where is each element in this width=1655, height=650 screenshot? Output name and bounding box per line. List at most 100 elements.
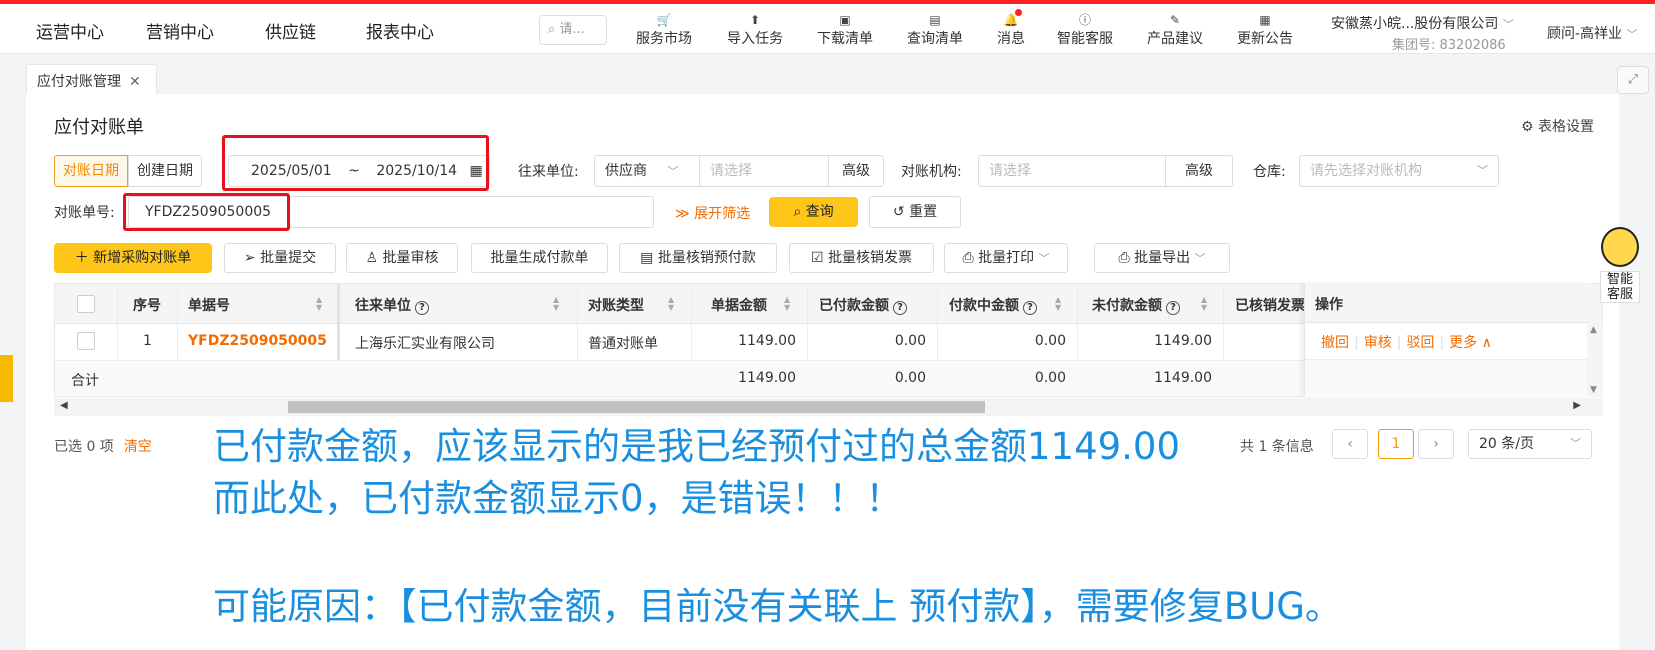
tool-smart-service[interactable]: ⓘ 智能客服 [1057,12,1113,48]
bulk-writeoff-invoice-button[interactable]: ☑ 批量核销发票 [789,243,934,273]
nav-item-marketing[interactable]: 营销中心 [146,18,214,43]
query-button[interactable]: ⌕ 查询 [769,197,858,227]
tool-messages[interactable]: 🔔 消息 [997,12,1025,48]
reset-button[interactable]: ↺ 重置 [869,196,961,228]
partner-select[interactable]: 请选择 [699,155,829,187]
tab-label: 应付对账管理 [37,74,121,90]
sort-icon[interactable]: ▲ ▼ [553,296,559,312]
search-icon: ⌕ [548,22,556,37]
sort-icon[interactable]: ▲ ▼ [784,296,790,312]
chevron-down-icon: ﹀ [1626,28,1638,41]
send-icon: ➢ [243,250,256,266]
help-icon[interactable]: ? [415,301,429,315]
horizontal-scroll-thumb[interactable] [288,401,985,413]
sort-icon[interactable]: ▲ ▼ [1201,296,1207,312]
page-size-select[interactable]: 20 条/页 ﹀ [1468,429,1592,459]
company-switcher[interactable]: 安徽蒸小皖...股份有限公司 ﹀ [1331,13,1514,33]
date-mode-create[interactable]: 创建日期 [128,155,202,187]
table-settings-label: 表格设置 [1538,119,1595,135]
date-mode-reconcile[interactable]: 对账日期 [54,155,128,187]
sort-icon[interactable]: ▲ ▼ [316,296,322,312]
chevron-down-icon: ﹀ [1570,437,1581,450]
user-menu[interactable]: 顾问-高祥业 ﹀ [1547,23,1638,43]
expand-filters-link[interactable]: ≫ 展开筛选 [675,203,750,223]
header-paid[interactable]: 已付款金额? [819,295,907,315]
tool-download-list[interactable]: ▣ 下载清单 [817,12,873,48]
header-partner[interactable]: 往来单位? [355,295,429,315]
tool-product-suggestion[interactable]: ✎ 产品建议 [1147,12,1203,48]
message-unread-dot [1015,9,1022,16]
clear-selection-link[interactable]: 清空 [124,439,152,455]
tool-label: 导入任务 [727,31,783,47]
tab-payable-reconciliation[interactable]: 应付对账管理 ✕ [26,64,157,94]
partner-advanced-button[interactable]: 高级 [828,155,884,187]
tool-update-announcement[interactable]: ▦ 更新公告 [1237,12,1293,48]
org-select[interactable]: 请选择 [978,155,1166,187]
prev-page-button[interactable]: ‹ [1332,429,1368,459]
bulk-export-button[interactable]: ⎙ 批量导出 ﹀ [1094,243,1230,273]
assistant-avatar-icon [1601,227,1639,267]
header-type[interactable]: 对账类型 [588,295,644,315]
query-label: 查询 [805,204,834,220]
approve-link[interactable]: 审核 [1364,335,1392,351]
withdraw-link[interactable]: 撤回 [1321,335,1349,351]
tool-query-list[interactable]: ▤ 查询清单 [907,12,963,48]
partner-type-value: 供应商 [605,163,647,179]
help-icon[interactable]: ? [1166,301,1180,315]
reject-link[interactable]: 驳回 [1406,335,1434,351]
close-icon[interactable]: ✕ [129,74,141,90]
bulk-approve-button[interactable]: ♙ 批量审核 [346,243,458,273]
bulk-writeoff-prepayment-label: 批量核销预付款 [657,250,756,266]
nav-item-supply-chain[interactable]: 供应链 [265,18,316,45]
header-paying[interactable]: 付款中金额? [949,295,1037,315]
chevron-down-icon: ﹀ [1502,18,1514,31]
tool-import-tasks[interactable]: ⬆ 导入任务 [727,12,783,48]
page-number-button[interactable]: 1 [1378,429,1414,459]
table-settings-button[interactable]: ⚙ 表格设置 [1521,116,1594,136]
scroll-left-icon[interactable]: ◀ [60,400,68,411]
bulk-print-label: 批量打印 [978,250,1035,266]
selection-status: 已选 0 项清空 [54,436,152,456]
assistant-label: 智能客服 [1600,271,1640,303]
announcement-icon: ▦ [1259,13,1271,27]
next-page-button[interactable]: › [1418,429,1454,459]
bulk-print-button[interactable]: ⎙ 批量打印 ﹀ [944,243,1068,273]
scroll-right-icon[interactable]: ▶ [1573,400,1581,411]
help-icon[interactable]: ? [893,301,907,315]
tab-bar: 应付对账管理 ✕ [0,54,1655,94]
partner-type-select[interactable]: 供应商 ﹀ [594,155,700,187]
org-advanced-button[interactable]: 高级 [1165,155,1233,187]
bulk-generate-payment-button[interactable]: 批量生成付款单 [471,243,608,273]
action-separator: | [1439,335,1445,351]
header-amount[interactable]: 单据金额 [711,295,767,315]
help-icon[interactable]: ? [1023,301,1037,315]
add-purchase-reconciliation-button[interactable]: ＋ 新增采购对账单 [54,243,212,273]
nav-search-input[interactable]: ⌕ 请... [539,15,607,45]
warehouse-select[interactable]: 请先选择对账机构 ﹀ [1299,155,1499,187]
scroll-up-icon[interactable]: ▲ [1590,325,1597,335]
smart-assistant-widget[interactable]: 智能客服 [1600,227,1640,309]
header-bill-no[interactable]: 单据号 [188,295,230,315]
cell-bill-no-link[interactable]: YFDZ2509050005 [188,333,327,349]
check-square-icon: ☑ [810,250,824,266]
sort-icon[interactable]: ▲ ▼ [1055,296,1061,312]
side-collapse-handle[interactable] [0,355,13,402]
nav-item-reports[interactable]: 报表中心 [366,18,434,43]
header-unpaid[interactable]: 未付款金额? [1092,295,1180,315]
horizontal-scrollbar[interactable]: ◀ ▶ [54,398,1603,416]
tool-service-market[interactable]: 🛒 服务市场 [636,12,692,48]
more-link[interactable]: 更多 ∧ [1449,335,1492,351]
header-operations: 操作 [1315,297,1343,313]
bulk-submit-button[interactable]: ➢ 批量提交 [224,243,336,273]
collapse-panel-icon[interactable]: ⤢ [1617,66,1649,94]
user-check-icon: ♙ [365,250,379,266]
highlight-date-range [222,135,489,191]
bulk-writeoff-prepayment-button[interactable]: ▤ 批量核销预付款 [619,243,777,273]
select-all-checkbox[interactable] [77,295,95,313]
row-checkbox[interactable] [77,332,95,350]
vertical-scrollbar[interactable]: ▲ ▼ [1587,323,1603,397]
scroll-down-icon[interactable]: ▼ [1590,385,1597,395]
header-invoice-writeoff[interactable]: 已核销发票 [1235,295,1305,315]
nav-item-operations[interactable]: 运营中心 [36,18,104,43]
sort-icon[interactable]: ▲ ▼ [668,296,674,312]
